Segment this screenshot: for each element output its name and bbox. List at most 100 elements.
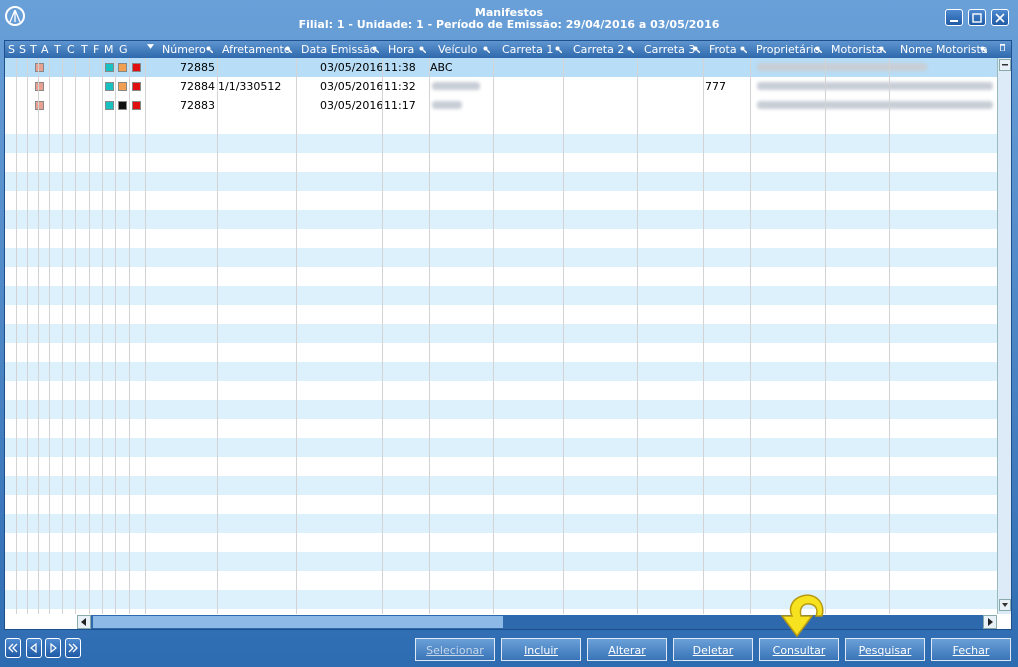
status-color-square [132, 63, 141, 72]
empty-row [5, 400, 997, 419]
filter-icon[interactable] [980, 46, 987, 53]
filter-icon[interactable] [879, 46, 886, 53]
table-row[interactable]: 72883 03/05/2016 11:17 [5, 96, 997, 115]
consultar-button[interactable]: Consultar [759, 638, 839, 661]
horizontal-scrollbar[interactable] [77, 615, 997, 629]
prev-record-icon [30, 643, 37, 653]
column-divider [563, 58, 564, 614]
empty-row [5, 514, 997, 533]
pesquisar-button[interactable]: Pesquisar [845, 638, 925, 661]
chevron-left-icon [81, 618, 86, 626]
sort-desc-icon[interactable] [147, 43, 154, 50]
header-frota[interactable]: Frota [709, 41, 737, 58]
column-divider [825, 58, 826, 614]
incluir-button[interactable]: Incluir [501, 638, 581, 661]
status-color-square [118, 82, 127, 91]
last-record-button[interactable] [65, 638, 81, 658]
empty-row [5, 286, 997, 305]
header-flag-m[interactable]: M [104, 41, 114, 58]
column-divider [703, 58, 704, 614]
next-record-button[interactable] [45, 638, 61, 658]
redacted-text [432, 82, 480, 90]
status-color-square [132, 82, 141, 91]
status-color-square [118, 101, 127, 110]
prev-record-button[interactable] [26, 638, 42, 658]
column-divider [429, 58, 430, 614]
column-divider [89, 58, 90, 614]
header-numero[interactable]: Número [162, 41, 206, 58]
table-row[interactable]: 72884 1/1/330512 03/05/2016 11:32 777 [5, 77, 997, 96]
empty-row [5, 210, 997, 229]
header-carreta-1[interactable]: Carreta 1 [502, 41, 553, 58]
manifest-grid[interactable]: S S T A T C T F M G Número Afretamento D… [4, 40, 1012, 630]
empty-row [5, 362, 997, 381]
header-hora[interactable]: Hora [388, 41, 414, 58]
filter-icon[interactable] [483, 46, 490, 53]
column-divider [145, 58, 146, 614]
status-color-square [35, 101, 44, 110]
status-color-square [105, 82, 114, 91]
scroll-right-button[interactable] [983, 615, 997, 629]
scroll-left-button[interactable] [77, 615, 91, 629]
filter-icon[interactable] [419, 46, 426, 53]
header-carreta-2[interactable]: Carreta 2 [573, 41, 624, 58]
filter-icon[interactable] [627, 46, 634, 53]
filter-icon[interactable] [693, 46, 700, 53]
cell-numero: 72884 [180, 80, 215, 93]
first-record-button[interactable] [5, 638, 21, 658]
empty-row [5, 324, 997, 343]
yellow-arrow-cursor-icon [780, 594, 824, 638]
filter-icon[interactable] [815, 46, 822, 53]
cell-data-emissao: 03/05/2016 [320, 61, 384, 74]
header-flag-a[interactable]: A [41, 41, 49, 58]
column-divider [217, 58, 218, 614]
table-row[interactable]: 72885 03/05/2016 11:38 ABC [5, 58, 997, 77]
header-veiculo[interactable]: Veículo [438, 41, 477, 58]
empty-row [5, 134, 997, 153]
scroll-down-button[interactable] [999, 599, 1011, 611]
cell-data-emissao: 03/05/2016 [320, 99, 384, 112]
filter-icon[interactable] [285, 46, 292, 53]
cell-hora: 11:32 [384, 80, 416, 93]
selecionar-button[interactable]: Selecionar [415, 638, 495, 661]
minimize-button[interactable] [945, 9, 963, 26]
status-color-square [105, 63, 114, 72]
column-divider [493, 58, 494, 614]
alterar-button[interactable]: Alterar [587, 638, 667, 661]
close-button[interactable] [991, 9, 1009, 26]
filter-icon[interactable] [372, 46, 379, 53]
redacted-text [432, 101, 462, 109]
header-flag-t2[interactable]: T [54, 41, 61, 58]
maximize-button[interactable] [968, 9, 986, 26]
header-flag-g[interactable]: G [119, 41, 128, 58]
maximize-icon [972, 13, 982, 23]
header-proprietario[interactable]: Proprietário [756, 41, 820, 58]
redacted-text [757, 101, 993, 109]
deletar-button[interactable]: Deletar [673, 638, 753, 661]
filter-icon[interactable] [206, 46, 213, 53]
status-color-square [118, 63, 127, 72]
first-record-icon [8, 643, 18, 653]
fechar-button[interactable]: Fechar [931, 638, 1011, 661]
header-afretamento[interactable]: Afretamento [222, 41, 291, 58]
filter-icon[interactable] [555, 46, 562, 53]
column-divider [750, 58, 751, 614]
scrollbar-thumb[interactable] [93, 616, 503, 628]
vertical-scrollbar[interactable] [997, 58, 1011, 614]
header-flag-f[interactable]: F [93, 41, 99, 58]
header-carreta-3[interactable]: Carreta 3 [644, 41, 695, 58]
header-flag-c[interactable]: C [67, 41, 75, 58]
scroll-up-button[interactable] [999, 59, 1011, 71]
header-flag-t3[interactable]: T [81, 41, 88, 58]
filter-icon[interactable] [740, 46, 747, 53]
header-flag-s1[interactable]: S [8, 41, 15, 58]
header-motorista[interactable]: Motorista [831, 41, 883, 58]
minimize-icon [950, 20, 958, 22]
column-divider [49, 58, 50, 614]
trash-icon[interactable] [999, 44, 1006, 51]
empty-row [5, 438, 997, 457]
header-nome-motorista[interactable]: Nome Motorista [900, 41, 988, 58]
header-flag-t1[interactable]: T [30, 41, 37, 58]
header-data-emissao[interactable]: Data Emissão [301, 41, 376, 58]
header-flag-s2[interactable]: S [19, 41, 26, 58]
